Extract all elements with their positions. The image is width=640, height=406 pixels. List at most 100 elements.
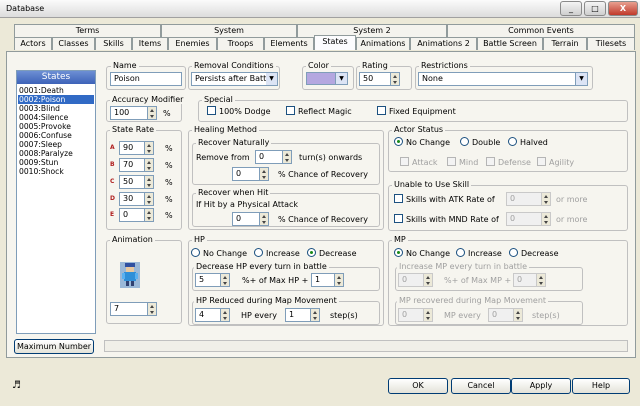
state-rate-stepper[interactable] (145, 192, 154, 206)
mp-map-stepper[interactable] (424, 308, 433, 322)
mnd-rate-input[interactable]: 0 (506, 212, 542, 226)
defense-checkbox[interactable] (486, 157, 495, 166)
mnd-skill-checkbox[interactable] (394, 214, 403, 223)
mp-pct-input[interactable]: 0 (398, 273, 424, 287)
agility-checkbox[interactable] (537, 157, 546, 166)
state-rate-stepper[interactable] (145, 175, 154, 189)
tab-common-events[interactable]: Common Events (447, 24, 635, 37)
actor-double-radio[interactable] (460, 137, 469, 146)
mp-map-input[interactable]: 0 (398, 308, 424, 322)
tab-system[interactable]: System (161, 24, 297, 37)
restrictions-select[interactable]: None (418, 72, 576, 86)
atk-skill-checkbox[interactable] (394, 194, 403, 203)
hp-map-stepper[interactable] (221, 308, 230, 322)
reflect-checkbox[interactable] (286, 106, 295, 115)
actor-halved-radio[interactable] (508, 137, 517, 146)
chevron-down-icon[interactable]: ▼ (266, 72, 278, 86)
mind-checkbox[interactable] (447, 157, 456, 166)
recovery-pct-input[interactable]: 0 (232, 167, 260, 181)
list-item[interactable]: 0001:Death (18, 86, 94, 95)
tab-states[interactable]: States (314, 35, 356, 50)
list-item[interactable]: 0006:Confuse (18, 131, 94, 140)
turn-stepper[interactable] (283, 150, 292, 164)
hit-pct-input[interactable]: 0 (232, 212, 260, 226)
mp-steps-input[interactable]: 0 (488, 308, 514, 322)
mp-steps-stepper[interactable] (514, 308, 523, 322)
chevron-down-icon[interactable]: ▼ (336, 72, 348, 85)
tab-animations[interactable]: Animations (356, 37, 410, 50)
hit-pct-stepper[interactable] (260, 212, 269, 226)
state-rate-input[interactable]: 70 (119, 158, 145, 172)
fixed-equip-checkbox[interactable] (377, 106, 386, 115)
tab-battle-screen[interactable]: Battle Screen (477, 37, 543, 50)
tab-skills[interactable]: Skills (95, 37, 132, 50)
help-button[interactable]: Help (572, 378, 630, 394)
atk-rate-input[interactable]: 0 (506, 192, 542, 206)
recovery-pct-stepper[interactable] (260, 167, 269, 181)
tab-classes[interactable]: Classes (52, 37, 95, 50)
mp-decrease-radio[interactable] (509, 248, 518, 257)
state-rate-stepper[interactable] (145, 158, 154, 172)
hp-map-input[interactable]: 4 (195, 308, 221, 322)
list-item[interactable]: 0007:Sleep (18, 140, 94, 149)
hp-steps-input[interactable]: 1 (285, 308, 311, 322)
list-item[interactable]: 0003:Blind (18, 104, 94, 113)
mp-flat-stepper[interactable] (537, 273, 546, 287)
actor-no-change-radio[interactable] (394, 137, 403, 146)
list-item[interactable]: 0004:Silence (18, 113, 94, 122)
list-item[interactable]: 0009:Stun (18, 158, 94, 167)
hp-increase-radio[interactable] (254, 248, 263, 257)
name-input[interactable]: Poison (110, 72, 182, 86)
minimize-button[interactable]: _ (560, 1, 582, 16)
ok-button[interactable]: OK (388, 378, 448, 394)
list-item[interactable]: 0005:Provoke (18, 122, 94, 131)
removal-select[interactable]: Persists after Battle (191, 72, 267, 86)
hp-no-change-radio[interactable] (191, 248, 200, 257)
state-rate-stepper[interactable] (145, 141, 154, 155)
attack-checkbox[interactable] (400, 157, 409, 166)
accuracy-input[interactable]: 100 (110, 106, 148, 120)
tab-terrain[interactable]: Terrain (543, 37, 587, 50)
tab-troops[interactable]: Troops (217, 37, 264, 50)
mp-flat-input[interactable]: 0 (513, 273, 537, 287)
hp-pct-stepper[interactable] (221, 273, 230, 287)
color-swatch[interactable] (306, 72, 336, 85)
accuracy-stepper[interactable] (148, 106, 157, 120)
mp-no-change-radio[interactable] (394, 248, 403, 257)
state-rate-input[interactable]: 50 (119, 175, 145, 189)
hp-decrease-radio[interactable] (307, 248, 316, 257)
chevron-down-icon[interactable]: ▼ (576, 72, 588, 86)
tab-elements[interactable]: Elements (264, 37, 314, 50)
hp-flat-stepper[interactable] (335, 273, 344, 287)
cancel-button[interactable]: Cancel (451, 378, 511, 394)
rating-input[interactable]: 50 (359, 72, 391, 86)
tab-actors[interactable]: Actors (14, 37, 52, 50)
mp-increase-radio[interactable] (456, 248, 465, 257)
dodge-checkbox[interactable] (207, 106, 216, 115)
animation-input[interactable]: 7 (110, 302, 148, 316)
mnd-rate-stepper[interactable] (542, 212, 551, 226)
hp-steps-stepper[interactable] (311, 308, 320, 322)
music-icon[interactable]: ♬ (12, 380, 21, 391)
rating-stepper[interactable] (391, 72, 400, 86)
tab-animations-2[interactable]: Animations 2 (410, 37, 477, 50)
mp-pct-stepper[interactable] (424, 273, 433, 287)
list-item[interactable]: 0002:Poison (18, 95, 94, 104)
maximize-button[interactable]: □ (584, 1, 606, 16)
atk-rate-stepper[interactable] (542, 192, 551, 206)
maximum-number-button[interactable]: Maximum Number (14, 339, 94, 354)
tab-enemies[interactable]: Enemies (168, 37, 217, 50)
list-item[interactable]: 0010:Shock (18, 167, 94, 176)
tab-terms[interactable]: Terms (14, 24, 161, 37)
state-rate-input[interactable]: 0 (119, 208, 145, 222)
list-item[interactable]: 0008:Paralyze (18, 149, 94, 158)
state-rate-input[interactable]: 30 (119, 192, 145, 206)
tab-tilesets[interactable]: Tilesets (587, 37, 635, 50)
tab-items[interactable]: Items (132, 37, 168, 50)
state-rate-input[interactable]: 90 (119, 141, 145, 155)
animation-stepper[interactable] (148, 302, 157, 316)
hp-pct-input[interactable]: 5 (195, 273, 221, 287)
turn-input[interactable]: 0 (255, 150, 283, 164)
apply-button[interactable]: Apply (511, 378, 571, 394)
states-list[interactable]: States 0001:Death 0002:Poison 0003:Blind… (16, 70, 96, 334)
